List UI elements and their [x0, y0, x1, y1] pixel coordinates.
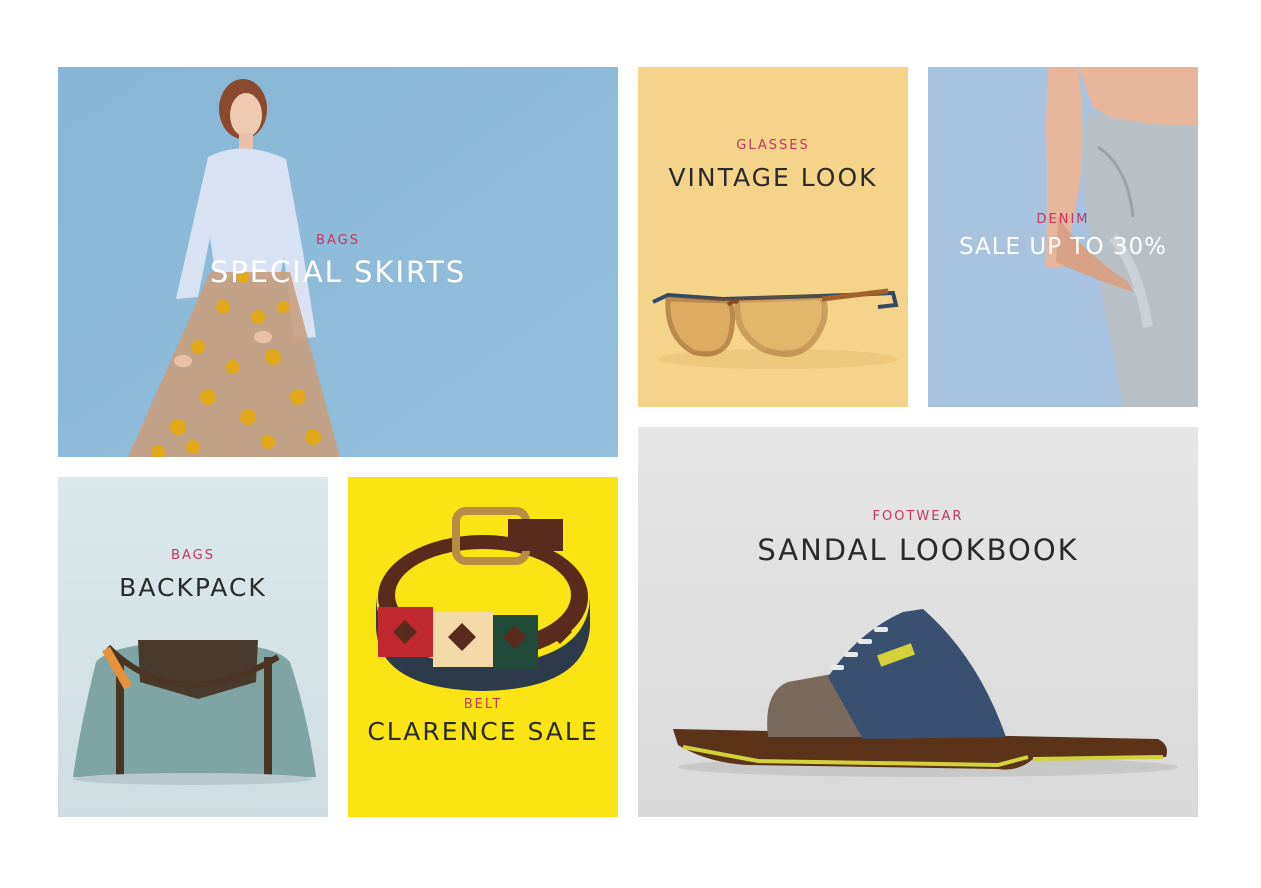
belt-image [348, 477, 618, 817]
backpack-image [58, 477, 328, 817]
tile-special-skirts[interactable]: BAGS SPECIAL SKIRTS [58, 67, 618, 457]
tile-title: BACKPACK [119, 573, 267, 602]
tile-category-label: BELT [463, 697, 503, 712]
tile-title: CLARENCE SALE [367, 717, 599, 746]
tile-title: VINTAGE LOOK [668, 163, 878, 192]
tile-backpack[interactable]: BAGS BACKPACK [58, 477, 328, 817]
tile-title: SALE UP TO 30% [958, 234, 1168, 260]
tile-clarence-sale[interactable]: BELT CLARENCE SALE [348, 477, 618, 817]
tile-category-label: BAGS [316, 233, 360, 248]
tile-denim-sale[interactable]: DENIM SALE UP TO 30% [928, 67, 1198, 407]
tile-category-label: DENIM [1036, 212, 1090, 227]
tile-sandal-lookbook[interactable]: FOOTWEAR SANDAL LOOKBOOK [638, 427, 1198, 817]
tile-title: SPECIAL SKIRTS [209, 255, 467, 289]
sandal-image [638, 427, 1198, 817]
tile-title: SANDAL LOOKBOOK [757, 533, 1079, 567]
tile-category-label: GLASSES [736, 138, 810, 153]
tile-category-label: FOOTWEAR [872, 509, 964, 524]
tile-vintage-look[interactable]: GLASSES VINTAGE LOOK [638, 67, 908, 407]
tile-category-label: BAGS [171, 548, 215, 563]
glasses-image [638, 67, 908, 407]
